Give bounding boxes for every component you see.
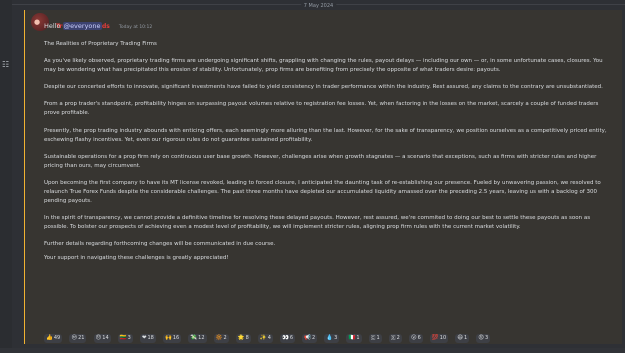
greeting-text: Hello [44, 22, 61, 30]
reaction-count: 8 [245, 335, 249, 341]
reaction-button[interactable]: 😠14 [93, 334, 111, 343]
message-paragraph: Upon becoming the first company to have … [44, 179, 601, 205]
left-rail: ☷ [0, 0, 12, 348]
reaction-count: 18 [147, 335, 154, 341]
reaction-count: 16 [172, 335, 180, 341]
reaction-button[interactable]: 😄1 [455, 334, 470, 343]
unamused-face-icon: 😒 [71, 335, 78, 341]
reaction-button[interactable]: 💸12 [188, 334, 207, 343]
money-wings-icon: 💸 [190, 335, 198, 341]
message-body: The Realities of Proprietary Trading Fir… [44, 40, 612, 271]
reaction-count: 1 [463, 335, 468, 341]
flag-icon: 🇮🇹 [348, 335, 356, 341]
date-divider-text: 7 May 2024 [300, 3, 337, 9]
reaction-button[interactable]: ❤18 [139, 334, 156, 343]
pouting-face-icon: 😡 [478, 335, 484, 341]
reaction-count: 21 [78, 335, 85, 341]
reaction-count: 6 [417, 335, 421, 341]
message-paragraph: Further details regarding forthcoming ch… [44, 241, 276, 248]
message-paragraph: In the spirit of transparency, we cannot… [44, 215, 591, 231]
message-title: The Realities of Proprietary Trading Fir… [44, 41, 157, 47]
reaction-button[interactable]: 📢2 [302, 334, 318, 343]
avatar-icon: ● [34, 18, 41, 26]
angry-face-icon: 😠 [95, 335, 102, 341]
reaction-count: 6 [289, 335, 294, 341]
reaction-button[interactable]: 😮6 [408, 334, 423, 343]
reaction-button[interactable]: 😡3 [476, 334, 491, 343]
reaction-button[interactable]: 🇽2 [388, 334, 402, 343]
reaction-count: 4 [267, 335, 271, 341]
reaction-button[interactable]: 🙌16 [162, 334, 182, 343]
reaction-count: 10 [439, 335, 447, 341]
message-paragraph: Sustainable operations for a prop firm r… [44, 153, 597, 169]
flag-icon: 🇱🇹 [119, 335, 127, 341]
reaction-button[interactable]: 😒21 [69, 334, 87, 343]
date-divider: 7 May 2024 [12, 3, 625, 9]
reaction-button[interactable]: 🔆2 [213, 334, 229, 343]
reaction-count: 2 [312, 335, 316, 341]
reaction-count: 3 [127, 335, 131, 341]
reaction-button[interactable]: 💧3 [324, 334, 340, 343]
greeting-line: Hello @everyone [44, 22, 102, 30]
reaction-button[interactable]: 💯10 [429, 334, 449, 343]
message-paragraph: As you've likely observed, proprietary t… [44, 58, 603, 74]
message-paragraph: Your support in navigating these challen… [44, 254, 229, 261]
reaction-count: 14 [102, 335, 109, 341]
reaction-bar: 👍49 😒21 😠14 🇱🇹3 ❤18 🙌16 💸12 🔆2 🌟8 ✨4 👀6 … [44, 334, 492, 343]
message-paragraph: Despite our concerted efforts to innovat… [44, 84, 603, 91]
reaction-count: 49 [53, 335, 61, 341]
reaction-count: 1 [356, 335, 360, 341]
letter-c-icon: 🇨 [370, 335, 376, 341]
reaction-button[interactable]: 🇱🇹3 [117, 334, 133, 343]
reaction-button[interactable]: 👀6 [280, 334, 296, 343]
everyone-mention[interactable]: @everyone [62, 22, 102, 30]
chat-message: ● TrueForexFunds Today at 10:12 Hello @e… [25, 10, 622, 344]
reaction-button[interactable]: 👍49 [44, 334, 63, 343]
reaction-button[interactable]: 🇮🇹1 [346, 334, 362, 343]
reaction-count: 12 [198, 335, 205, 341]
reaction-count: 3 [334, 335, 338, 341]
apps-icon[interactable]: ☷ [2, 60, 9, 69]
reaction-button[interactable]: 🇨1 [368, 334, 382, 343]
megaphone-icon: 📢 [304, 335, 312, 341]
droplet-icon: 💧 [326, 335, 334, 341]
surprised-face-icon: 😮 [410, 335, 417, 341]
message-paragraph: Presently, the prop trading industry abo… [44, 127, 607, 143]
hundred-icon: 💯 [431, 335, 439, 341]
reaction-count: 2 [223, 335, 227, 341]
letter-x-icon: 🇽 [390, 335, 396, 341]
heart-icon: ❤ [141, 335, 147, 341]
timestamp: Today at 10:12 [118, 25, 153, 30]
reaction-button[interactable]: 🌟8 [235, 334, 251, 343]
sun-icon: 🔆 [215, 335, 223, 341]
reaction-count: 2 [396, 335, 400, 341]
message-paragraph: From a prop trader's standpoint, profita… [44, 101, 599, 117]
thumbs-up-icon: 👍 [46, 335, 53, 341]
sparkles-icon: ✨ [259, 335, 267, 341]
reaction-count: 3 [485, 335, 489, 341]
message-header: TrueForexFunds Today at 10:12 [56, 13, 152, 30]
smile-icon: 😄 [457, 335, 463, 341]
reaction-count: 1 [376, 335, 380, 341]
raised-hands-icon: 🙌 [164, 335, 172, 341]
eyes-icon: 👀 [282, 335, 289, 341]
star-icon: 🌟 [237, 335, 245, 341]
reaction-button[interactable]: ✨4 [257, 334, 273, 343]
